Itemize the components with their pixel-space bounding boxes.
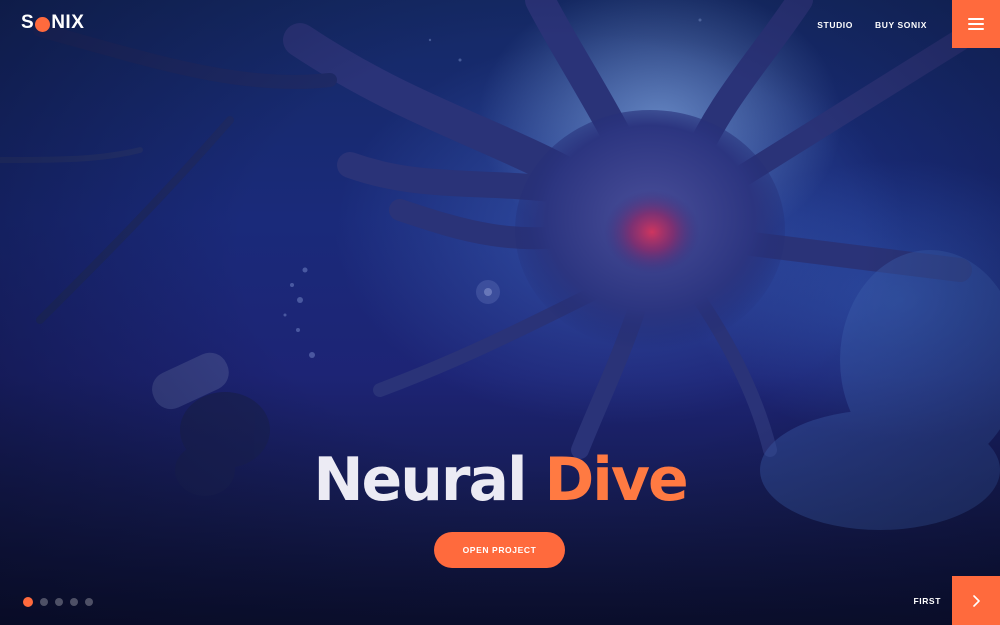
brand-logo[interactable]: S NIX xyxy=(21,12,84,34)
top-nav: STUDIO BUY SONIX xyxy=(817,20,927,30)
chevron-right-icon xyxy=(973,594,980,607)
next-slide-button[interactable] xyxy=(952,576,1000,625)
next-slide-label[interactable]: FIRST xyxy=(913,596,941,606)
pagination-dot-5[interactable] xyxy=(85,598,93,606)
logo-text-left: S xyxy=(21,12,35,33)
pagination-dot-4[interactable] xyxy=(70,598,78,606)
menu-button[interactable] xyxy=(952,0,1000,48)
logo-text-right: NIX xyxy=(51,12,85,33)
pagination-dot-3[interactable] xyxy=(55,598,63,606)
open-project-button[interactable]: OPEN PROJECT xyxy=(434,532,565,568)
logo-dot-icon xyxy=(35,16,51,32)
hero-title: Neural Dive xyxy=(0,440,1000,520)
hamburger-icon xyxy=(968,17,984,31)
hero-title-word-2: Dive xyxy=(544,445,688,515)
nav-item-studio[interactable]: STUDIO xyxy=(817,20,853,30)
slide-pagination xyxy=(23,597,93,607)
nav-item-buy-sonix[interactable]: BUY SONIX xyxy=(875,20,927,30)
pagination-dot-2[interactable] xyxy=(40,598,48,606)
pagination-dot-1[interactable] xyxy=(23,597,33,607)
hero-title-word-1: Neural xyxy=(313,445,527,515)
